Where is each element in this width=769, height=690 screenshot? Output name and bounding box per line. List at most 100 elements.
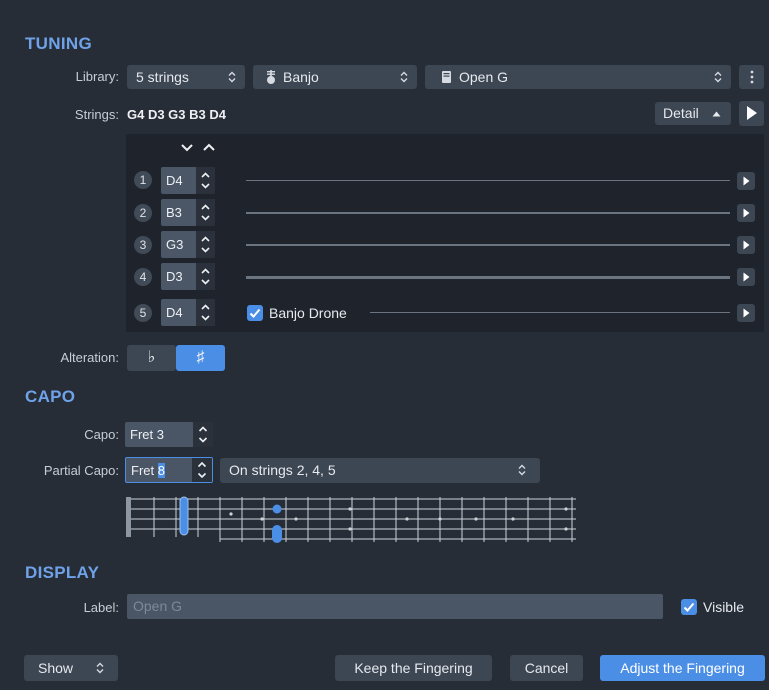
triangle-up-icon [712, 111, 721, 117]
note-stepper[interactable] [196, 231, 215, 258]
transpose-chevrons [181, 143, 215, 152]
strings-count-value: 5 strings [136, 69, 189, 85]
tuning-book-icon [442, 71, 451, 83]
stepper-arrows-icon [201, 304, 210, 321]
partial-strings-value: On strings 2, 4, 5 [229, 462, 336, 478]
capo-fretboard-diagram [126, 496, 576, 543]
string-detail-panel [126, 134, 764, 332]
string-line [246, 244, 730, 246]
display-label-label: Label: [83, 600, 119, 615]
string-number-badge: 2 [134, 204, 152, 222]
stepper-arrows-icon [201, 268, 210, 285]
string-number-badge: 3 [134, 236, 152, 254]
banjo-icon [267, 70, 275, 84]
up-down-chevron-icon [400, 71, 408, 83]
play-string-button[interactable] [737, 172, 755, 190]
checkmark-icon [249, 308, 261, 318]
note-stepper[interactable] [196, 167, 215, 194]
sharp-segment[interactable]: ♯ [176, 345, 225, 371]
string-note-value: B3 [166, 205, 182, 220]
note-stepper[interactable] [196, 263, 215, 290]
string-note-value: D4 [166, 173, 183, 188]
cancel-button[interactable]: Cancel [510, 655, 583, 681]
partial-capo-label: Partial Capo: [43, 463, 119, 478]
checkmark-icon [683, 602, 695, 612]
label-input[interactable]: Open G [127, 594, 663, 619]
capo-fret-field[interactable]: Fret 3 [125, 422, 213, 447]
play-string-button[interactable] [737, 268, 755, 286]
note-stepper[interactable] [196, 299, 215, 326]
detail-label: Detail [663, 105, 699, 121]
more-options-button[interactable] [739, 65, 764, 89]
play-icon [747, 106, 757, 120]
strings-label: Strings: [74, 107, 119, 122]
tuning-name-popup[interactable]: Open G [425, 65, 731, 89]
play-icon [743, 272, 750, 282]
play-icon [743, 240, 750, 250]
show-label: Show [38, 660, 74, 676]
sharp-icon: ♯ [196, 349, 205, 366]
string-note-value: G3 [166, 237, 184, 252]
play-icon [743, 176, 750, 186]
string-line [246, 276, 730, 279]
note-stepper[interactable] [196, 199, 215, 226]
stepper-arrows-icon [198, 426, 208, 443]
flat-icon: ♭ [147, 349, 156, 366]
chevron-up-icon [203, 143, 215, 151]
string-note-field[interactable]: G3 [161, 231, 215, 258]
banjo-drone-checkbox[interactable] [247, 305, 263, 321]
vertical-ellipsis-icon [750, 70, 754, 84]
string-note-field[interactable]: D4 [161, 299, 215, 326]
stepper-arrows-icon [197, 461, 207, 479]
capo-fret-stepper[interactable] [193, 422, 213, 447]
instrument-popup[interactable]: Banjo [253, 65, 417, 89]
instrument-value: Banjo [283, 69, 319, 85]
stepper-arrows-icon [201, 172, 210, 189]
string-number-badge: 1 [134, 171, 152, 189]
tuning-section-title: TUNING [25, 34, 92, 53]
up-down-chevron-icon [518, 464, 526, 476]
library-label: Library: [75, 69, 119, 84]
keep-fingering-button[interactable]: Keep the Fingering [335, 655, 492, 681]
capo-fret-value: Fret 3 [130, 427, 164, 442]
partial-fret-value: 8 [157, 463, 165, 478]
flat-segment[interactable]: ♭ [127, 345, 176, 371]
visible-checkbox[interactable] [681, 599, 697, 615]
display-section-title: DISPLAY [25, 563, 100, 582]
alteration-label: Alteration: [60, 350, 119, 365]
play-icon [743, 308, 750, 318]
adjust-fingering-button[interactable]: Adjust the Fingering [600, 655, 765, 681]
play-string-button[interactable] [737, 304, 755, 322]
play-string-button[interactable] [737, 204, 755, 222]
label-input-placeholder: Open G [133, 598, 183, 614]
string-number-badge: 5 [134, 304, 152, 322]
string-note-field[interactable]: D4 [161, 167, 215, 194]
chevron-down-icon [181, 144, 193, 152]
string-note-value: D3 [166, 269, 183, 284]
up-down-chevron-icon [714, 71, 722, 83]
string-note-field[interactable]: B3 [161, 199, 215, 226]
string-line [370, 312, 730, 313]
strings-count-popup[interactable]: 5 strings [127, 65, 245, 89]
play-icon [743, 208, 750, 218]
partial-fret-prefix: Fret [131, 463, 158, 478]
up-down-chevron-icon [228, 71, 236, 83]
string-line [246, 180, 730, 181]
partial-capo-fret-field[interactable]: Fret 8 [125, 457, 213, 483]
strings-value: G4 D3 G3 B3 D4 [127, 107, 226, 122]
tuning-name-value: Open G [459, 69, 509, 85]
string-line [246, 212, 730, 214]
visible-label: Visible [703, 599, 744, 615]
show-popup-button[interactable]: Show [24, 655, 118, 681]
detail-button[interactable]: Detail [655, 102, 731, 125]
play-all-button[interactable] [739, 101, 764, 126]
string-note-field[interactable]: D3 [161, 263, 215, 290]
partial-strings-popup[interactable]: On strings 2, 4, 5 [220, 458, 540, 483]
capo-label: Capo: [84, 427, 119, 442]
stepper-arrows-icon [201, 236, 210, 253]
partial-fret-stepper[interactable] [192, 458, 212, 482]
up-down-chevron-icon [96, 662, 104, 674]
stepper-arrows-icon [201, 204, 210, 221]
play-string-button[interactable] [737, 236, 755, 254]
string-number-badge: 4 [134, 268, 152, 286]
